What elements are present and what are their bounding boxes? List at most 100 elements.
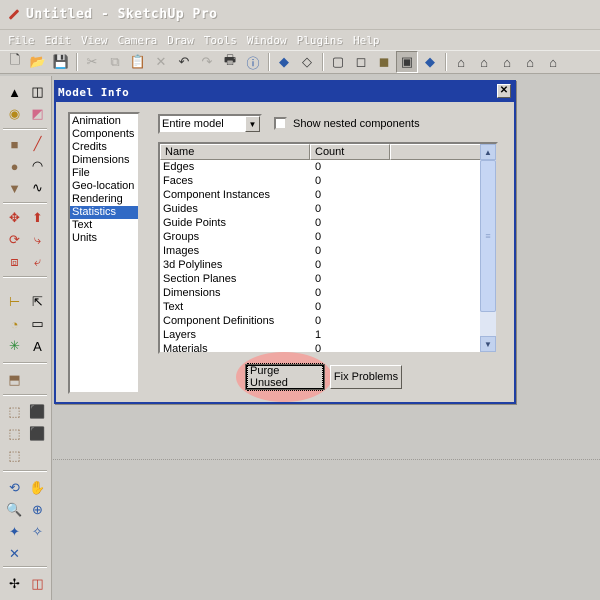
right-view-icon[interactable]: ⌂ [519, 51, 541, 73]
chevron-down-icon[interactable]: ▼ [245, 116, 260, 132]
cut-icon[interactable]: ✂ [81, 51, 103, 73]
model-info-dialog: Model Info ✕ Animation Components Credit… [54, 80, 516, 404]
scope-dropdown[interactable]: Entire model ▼ [158, 114, 262, 134]
model-info-icon[interactable]: ⓘ [242, 51, 264, 73]
print-icon[interactable]: 🖶 [219, 51, 241, 73]
category-components[interactable]: Components [70, 128, 138, 141]
dialog-title-bar[interactable]: Model Info ✕ [56, 82, 514, 102]
paste-icon[interactable]: 📋 [127, 51, 149, 73]
polygon-icon[interactable]: ▼ [4, 178, 25, 198]
eraser-icon[interactable]: ◩ [27, 104, 48, 124]
undo-icon[interactable]: ↶ [173, 51, 195, 73]
zoom-window-icon[interactable]: ⊕ [27, 500, 48, 520]
row-name: Section Planes [163, 273, 237, 285]
component-icon[interactable]: ⬚ [4, 424, 25, 444]
dimension-icon[interactable]: ⇱ [27, 292, 48, 312]
component-icon[interactable]: ⬚ [4, 402, 25, 422]
orbit-icon[interactable]: ⟲ [4, 478, 25, 498]
text-icon[interactable]: ▭ [27, 314, 48, 334]
monochrome-icon[interactable]: ◆ [419, 51, 441, 73]
position-camera-icon[interactable]: ✕ [4, 544, 25, 564]
follow-me-icon[interactable]: ⤷ [27, 230, 48, 250]
shaded-textures-icon[interactable]: ▣ [396, 51, 418, 73]
menu-file[interactable]: File [4, 34, 39, 47]
tape-measure-icon[interactable]: ⊢ [4, 292, 25, 312]
menu-edit[interactable]: Edit [41, 34, 76, 47]
row-name: Component Instances [163, 189, 271, 201]
freehand-icon[interactable]: ∿ [27, 178, 48, 198]
category-file[interactable]: File [70, 167, 138, 180]
select-icon[interactable]: ▲ [4, 82, 25, 102]
paint-bucket-icon[interactable]: ◉ [4, 104, 25, 124]
column-header-name[interactable]: Name [160, 144, 310, 160]
xray-icon[interactable]: ◆ [273, 51, 295, 73]
row-name: Text [163, 301, 184, 313]
table-scrollbar[interactable]: ▲ ▼ [480, 144, 496, 352]
zoom-icon[interactable]: 🔍 [4, 500, 25, 520]
redo-icon[interactable]: ↷ [196, 51, 218, 73]
push-pull-icon[interactable]: ⬆ [27, 208, 48, 228]
line-icon[interactable]: ╱ [27, 134, 48, 154]
toolbar-separator [76, 53, 78, 71]
fix-problems-button[interactable]: Fix Problems [330, 365, 402, 389]
scroll-up-icon[interactable]: ▲ [480, 144, 496, 160]
toolbar-separator [3, 128, 47, 130]
arc-icon[interactable]: ◠ [27, 156, 48, 176]
iso-view-icon[interactable]: ⌂ [450, 51, 472, 73]
front-view-icon[interactable]: ⌂ [496, 51, 518, 73]
rotate-icon[interactable]: ⟳ [4, 230, 25, 250]
scroll-down-icon[interactable]: ▼ [480, 336, 496, 352]
offset-icon[interactable]: ⤶ [27, 252, 48, 272]
look-around-icon[interactable]: ◫ [27, 574, 48, 594]
component-make-icon[interactable]: ◫ [27, 82, 48, 102]
close-icon[interactable]: ✕ [497, 84, 511, 98]
protractor-icon[interactable]: ◔ [4, 314, 25, 334]
show-nested-checkbox[interactable]: Show nested components [274, 117, 420, 130]
erase-icon[interactable]: ✕ [150, 51, 172, 73]
move-icon[interactable]: ✥ [4, 208, 25, 228]
save-icon[interactable]: 💾 [50, 51, 72, 73]
category-rendering[interactable]: Rendering [70, 193, 138, 206]
previous-view-icon[interactable]: ✧ [27, 522, 48, 542]
new-icon[interactable]: 🗋 [4, 51, 26, 73]
3d-text-icon[interactable]: A [27, 336, 48, 356]
circle-icon[interactable]: ● [4, 156, 25, 176]
copy-icon[interactable]: ⧉ [104, 51, 126, 73]
checkbox-box[interactable] [274, 117, 287, 130]
axes-icon[interactable]: ✳ [4, 336, 25, 356]
menu-plugins[interactable]: Plugins [293, 34, 347, 47]
back-view-icon[interactable]: ⌂ [542, 51, 564, 73]
menu-window[interactable]: Window [243, 34, 291, 47]
menu-view[interactable]: View [77, 34, 112, 47]
scroll-thumb[interactable] [480, 160, 496, 312]
column-header-count[interactable]: Count [310, 144, 390, 160]
menu-draw[interactable]: Draw [163, 34, 198, 47]
table-row: Component Definitions 0 [160, 314, 496, 328]
category-animation[interactable]: Animation [70, 115, 138, 128]
wireframe-icon[interactable]: ▢ [327, 51, 349, 73]
purge-unused-button[interactable]: Purge Unused [245, 363, 325, 391]
category-geo-location[interactable]: Geo-location [70, 180, 138, 193]
pan-icon[interactable]: ✋ [27, 478, 48, 498]
hidden-line-icon[interactable]: ◻ [350, 51, 372, 73]
menu-tools[interactable]: Tools [200, 34, 241, 47]
component-icon[interactable]: ⬚ [4, 446, 25, 466]
menu-help[interactable]: Help [349, 34, 384, 47]
rectangle-icon[interactable]: ■ [4, 134, 25, 154]
category-units[interactable]: Units [70, 232, 138, 245]
scale-icon[interactable]: ⧈ [4, 252, 25, 272]
zoom-extents-icon[interactable]: ✦ [4, 522, 25, 542]
back-edges-icon[interactable]: ◇ [296, 51, 318, 73]
group-icon[interactable]: ⬛ [27, 424, 48, 444]
category-credits[interactable]: Credits [70, 141, 138, 154]
category-text[interactable]: Text [70, 219, 138, 232]
walk-icon[interactable]: ✢ [4, 574, 25, 594]
category-dimensions[interactable]: Dimensions [70, 154, 138, 167]
top-view-icon[interactable]: ⌂ [473, 51, 495, 73]
menu-camera[interactable]: Camera [114, 34, 162, 47]
section-plane-icon[interactable]: ⬒ [4, 370, 25, 390]
group-icon[interactable]: ⬛ [27, 402, 48, 422]
open-icon[interactable]: 📂 [27, 51, 49, 73]
category-statistics[interactable]: Statistics [70, 206, 138, 219]
shaded-icon[interactable]: ◼ [373, 51, 395, 73]
